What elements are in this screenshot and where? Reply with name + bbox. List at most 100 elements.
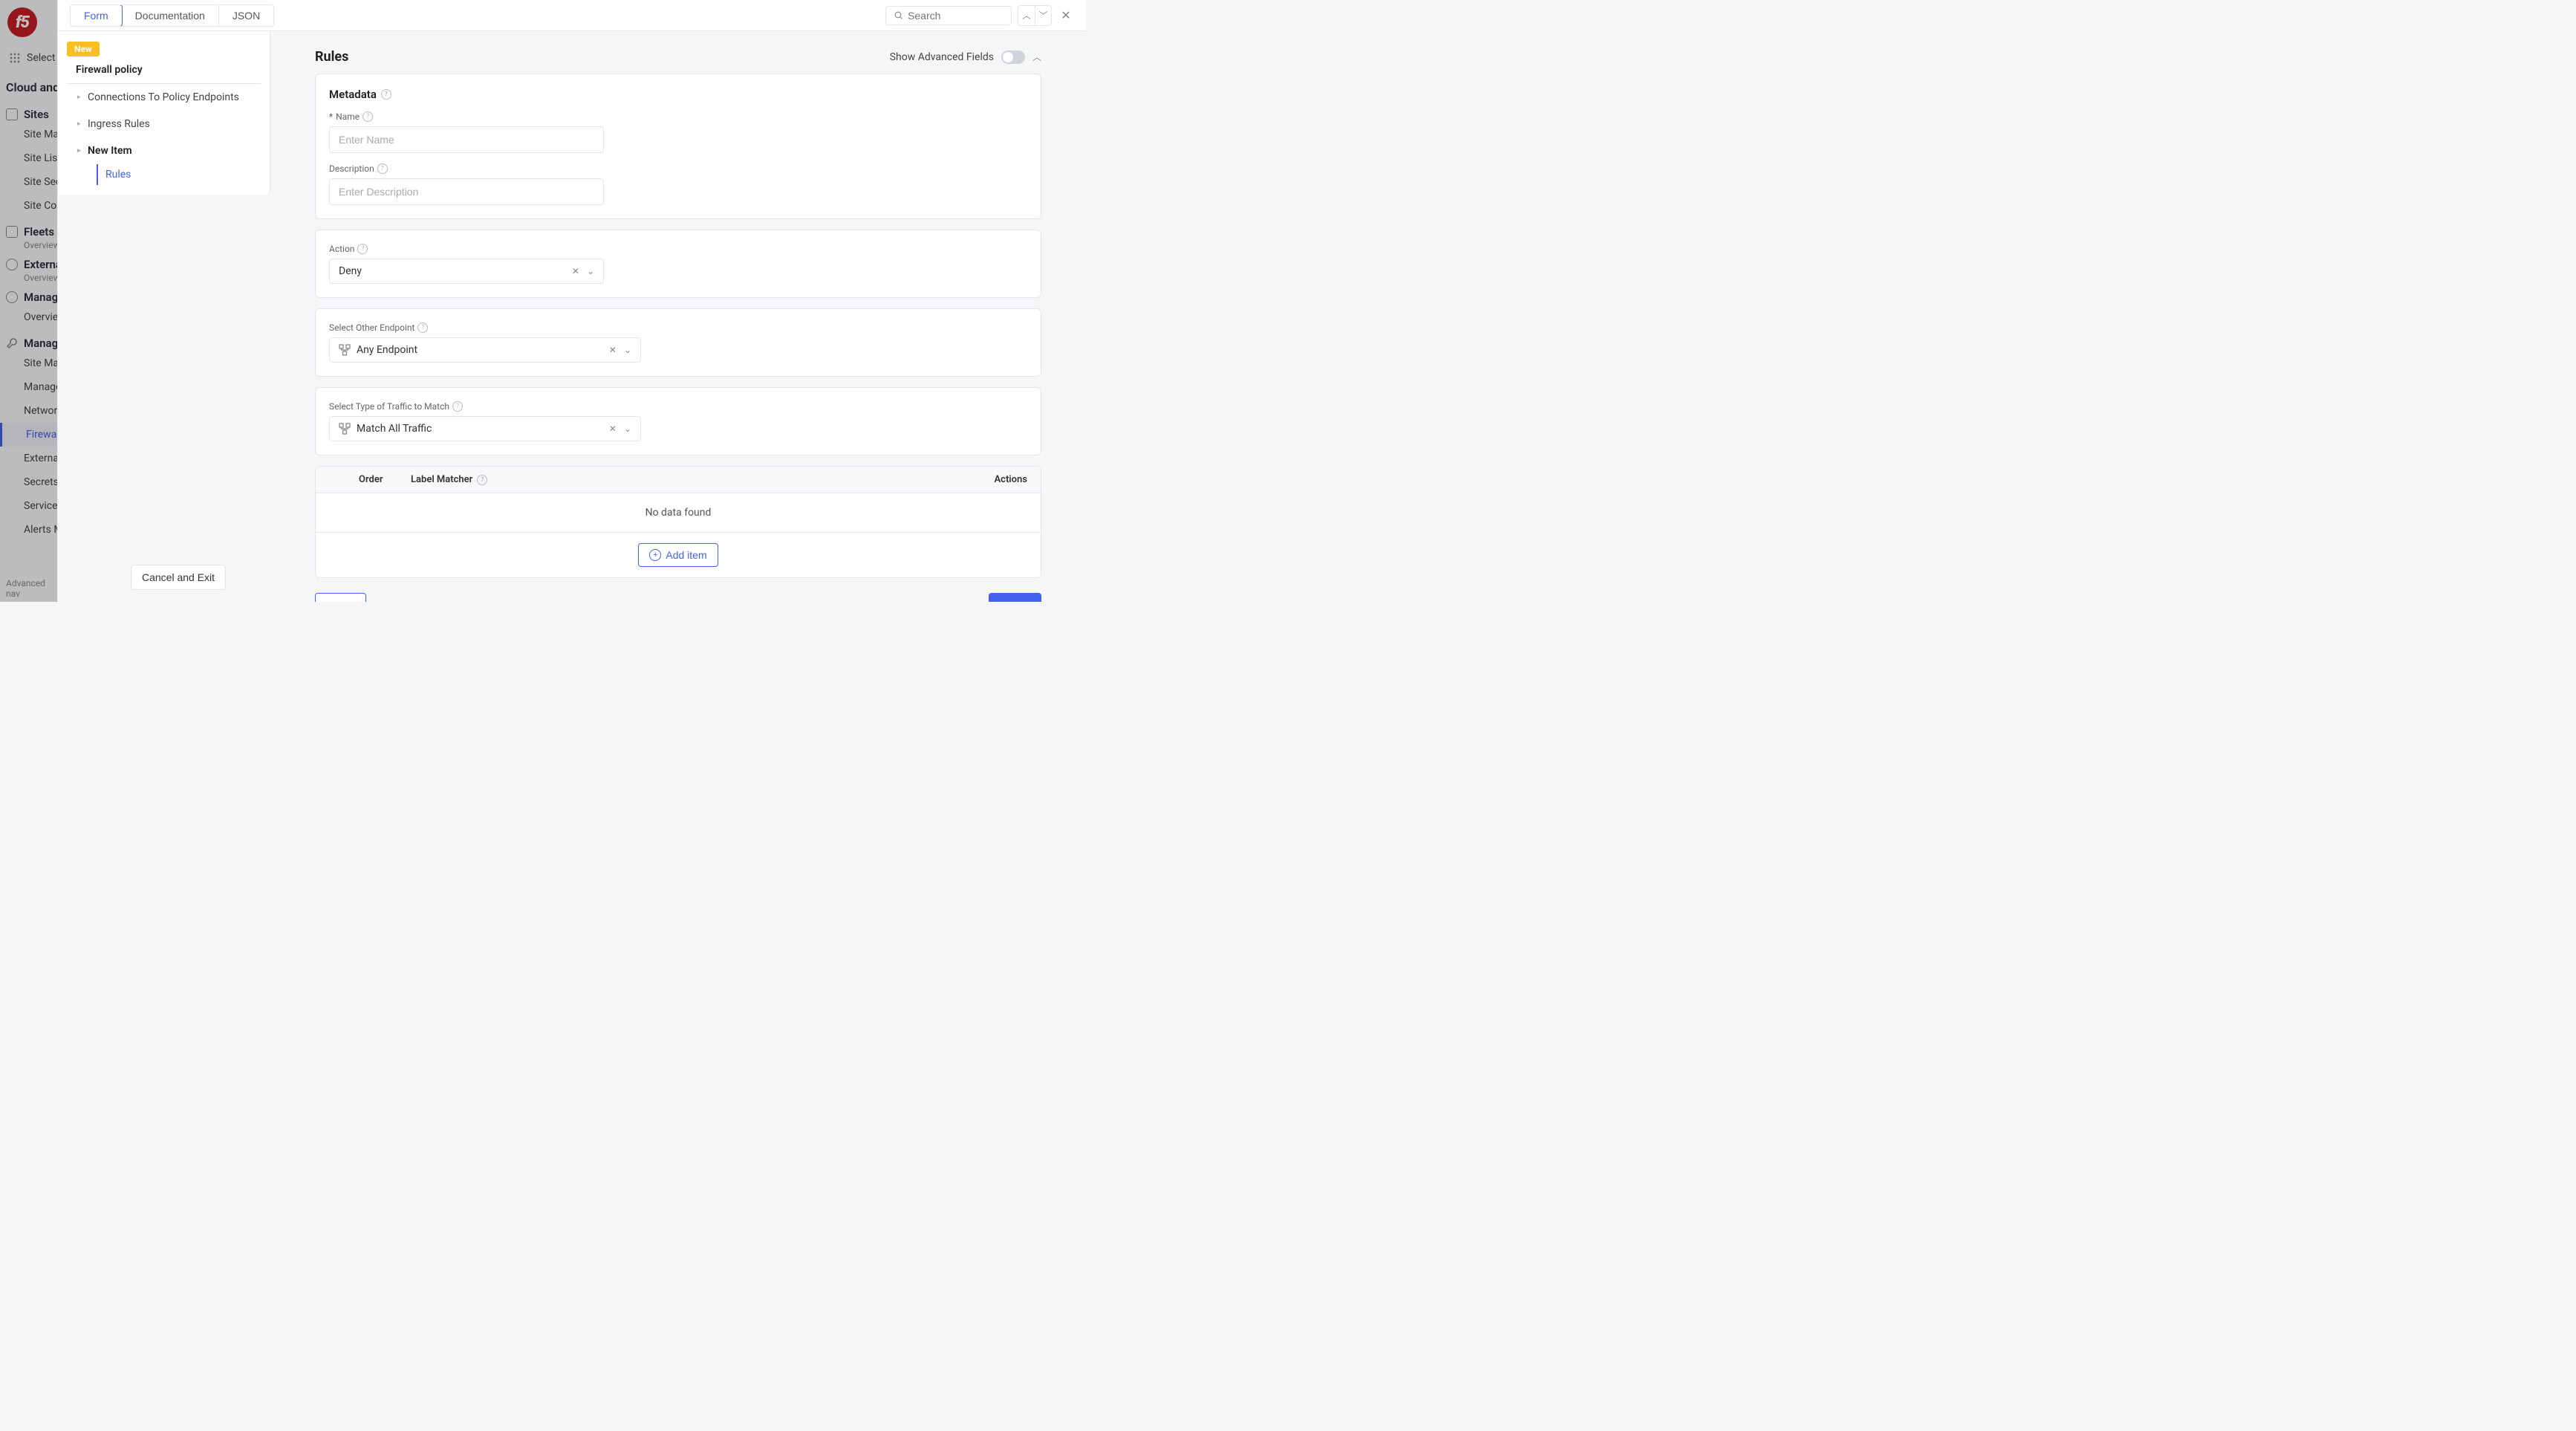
help-icon[interactable]: ? <box>452 401 463 412</box>
name-label: Name <box>336 111 360 122</box>
clear-icon[interactable]: ✕ <box>609 345 617 355</box>
traffic-value: Match All Traffic <box>357 423 432 435</box>
bg-item: Site List <box>0 146 58 170</box>
bg-footer: Advanced nav <box>6 578 57 599</box>
new-badge: New <box>67 42 100 56</box>
bg-sub: Overview <box>0 240 58 250</box>
bg-item: Site Con <box>0 194 58 218</box>
action-select[interactable]: Deny ✕ ⌄ <box>329 259 604 284</box>
adv-fields-toggle[interactable] <box>1001 51 1025 64</box>
view-tabs: Form Documentation JSON <box>70 4 274 27</box>
chevron-down-icon: ⌄ <box>624 424 631 434</box>
bg-section-manage2: Manage <box>0 329 58 351</box>
bg-item: Alerts M <box>0 518 58 542</box>
help-icon[interactable]: ? <box>362 111 373 122</box>
topbar: Form Documentation JSON ︿ ﹀ ✕ <box>58 0 1086 31</box>
grid-icon <box>9 52 21 64</box>
table-empty: No data found <box>316 493 1041 533</box>
bg-item: Manage <box>0 375 58 399</box>
fleets-icon <box>6 226 18 238</box>
bg-heading: Cloud and <box>0 71 58 100</box>
bg-section-external: Externa <box>0 250 58 273</box>
endpoint-label: Select Other Endpoint <box>329 322 414 333</box>
tab-form[interactable]: Form <box>70 4 123 27</box>
chevron-down-icon: ⌄ <box>587 266 594 276</box>
collapse-caret[interactable]: ︿ <box>1032 51 1041 63</box>
outline-panel: New Firewall policy Connections To Polic… <box>58 31 270 195</box>
main-content: Rules Show Advanced Fields ︿ Metadata ? … <box>270 31 1086 602</box>
add-item-button[interactable]: + Add item <box>638 543 718 567</box>
search-box[interactable] <box>885 6 1012 25</box>
clear-icon[interactable]: ✕ <box>572 266 579 276</box>
bg-section-sites: Sites <box>0 100 58 123</box>
f5-logo: f5 <box>7 7 37 37</box>
adv-fields-label: Show Advanced Fields <box>890 51 994 63</box>
desc-input[interactable] <box>329 178 604 205</box>
page-title: Rules <box>315 49 348 65</box>
metadata-card: Metadata ? * Name ? Description ? <box>315 74 1041 219</box>
bg-item: Site Sec <box>0 170 58 194</box>
traffic-label: Select Type of Traffic to Match <box>329 401 449 412</box>
bg-sub: Overview <box>0 273 58 283</box>
nav-next[interactable]: ﹀ <box>1035 6 1051 25</box>
name-input[interactable] <box>329 126 604 153</box>
external-icon <box>6 259 18 270</box>
bg-item-firewall: Firewall <box>0 423 58 447</box>
search-input[interactable] <box>908 10 1004 22</box>
outline-item-ingress[interactable]: Ingress Rules <box>67 111 261 137</box>
cancel-exit-button[interactable]: Cancel and Exit <box>131 565 226 590</box>
nav-arrows: ︿ ﹀ <box>1018 5 1052 26</box>
help-icon[interactable]: ? <box>381 89 391 100</box>
tab-documentation[interactable]: Documentation <box>122 5 219 26</box>
endpoint-value: Any Endpoint <box>357 344 417 356</box>
col-label-matcher: Label Matcher <box>411 474 472 485</box>
bg-section-fleets: Fleets <box>0 218 58 240</box>
back-button[interactable]: Back <box>315 593 366 602</box>
bg-item: Service <box>0 494 58 518</box>
select-service-label: Select s <box>27 52 58 64</box>
close-button[interactable]: ✕ <box>1058 7 1074 24</box>
outline-item-new[interactable]: New Item <box>67 137 261 164</box>
apply-button[interactable]: Apply <box>989 593 1041 602</box>
help-icon[interactable]: ? <box>477 475 487 485</box>
background-sidebar: f5 Select s Cloud and Sites Site Map Sit… <box>0 0 58 602</box>
help-icon[interactable]: ? <box>357 244 368 254</box>
clear-icon[interactable]: ✕ <box>609 424 617 434</box>
bg-item: Site Map <box>0 123 58 146</box>
select-service: Select s <box>0 45 58 71</box>
desc-label: Description <box>329 163 374 174</box>
required-mark: * <box>329 111 333 122</box>
help-icon[interactable]: ? <box>377 163 388 174</box>
globe-icon <box>6 108 18 120</box>
plus-circle-icon: + <box>649 549 661 561</box>
outline-item-connections[interactable]: Connections To Policy Endpoints <box>67 84 261 111</box>
outline-title: Firewall policy <box>67 56 261 84</box>
add-item-label: Add item <box>666 549 706 561</box>
traffic-card: Select Type of Traffic to Match ? Match … <box>315 387 1041 455</box>
gear-icon <box>6 291 18 303</box>
bg-section-manage1: Manage <box>0 283 58 305</box>
chevron-down-icon: ⌄ <box>624 345 631 355</box>
bg-item: Site Man <box>0 351 58 375</box>
action-card: Action ? Deny ✕ ⌄ <box>315 230 1041 298</box>
metadata-heading: Metadata <box>329 88 377 101</box>
label-matcher-table: Order Label Matcher ? Actions No data fo… <box>315 466 1041 578</box>
outline-sub-rules[interactable]: Rules <box>97 164 261 185</box>
help-icon[interactable]: ? <box>417 322 428 333</box>
tab-json[interactable]: JSON <box>219 5 273 26</box>
search-icon <box>894 10 903 21</box>
traffic-select[interactable]: Match All Traffic ✕ ⌄ <box>329 416 641 441</box>
col-actions: Actions <box>968 474 1027 485</box>
wrench-icon <box>6 337 18 349</box>
bg-item: External <box>0 447 58 470</box>
action-value: Deny <box>339 265 362 277</box>
bg-item: Secrets <box>0 470 58 494</box>
bg-item: Overview <box>0 305 58 329</box>
col-order: Order <box>359 474 411 485</box>
structure-icon <box>339 344 351 356</box>
bg-item: Network <box>0 399 58 423</box>
endpoint-select[interactable]: Any Endpoint ✕ ⌄ <box>329 337 641 363</box>
endpoint-card: Select Other Endpoint ? Any Endpoint ✕ ⌄ <box>315 308 1041 377</box>
nav-prev[interactable]: ︿ <box>1018 6 1035 25</box>
action-label: Action <box>329 244 354 254</box>
